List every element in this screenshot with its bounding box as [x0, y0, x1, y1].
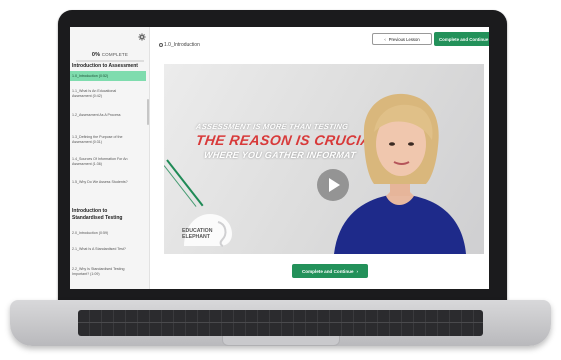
gear-icon[interactable] — [138, 33, 146, 41]
lesson-item-1-4[interactable]: 1.4_Sources Of Information For An Assess… — [70, 157, 146, 167]
lesson-video-player[interactable]: ASSESSMENT IS MORE THAN TESTING THE REAS… — [164, 64, 484, 254]
lesson-topbar: 1.0_Introduction ‹ Previous Lesson Compl… — [150, 27, 489, 51]
lesson-item-2-0[interactable]: 2.0_Introduction (0:59) — [70, 231, 146, 236]
laptop-trackpad — [222, 336, 340, 346]
progress-text: COMPLETE — [101, 52, 129, 57]
laptop-screen: 0% COMPLETE Introduction to Assessment 1… — [70, 27, 489, 289]
complete-top-label: Complete and Continue — [439, 36, 489, 42]
section-title-assessment: Introduction to Assessment — [72, 63, 138, 69]
lesson-item-1-1[interactable]: 1.1_What Is An Educational Assessment (0… — [70, 89, 146, 99]
logo-line-2: ELEPHANT — [182, 234, 210, 240]
course-sidebar: 0% COMPLETE Introduction to Assessment 1… — [70, 27, 150, 289]
decorative-stripe — [166, 159, 204, 207]
lesson-status-icon — [159, 43, 163, 47]
lesson-item-1-0[interactable]: 1.0_Introduction (0:52) — [70, 71, 146, 81]
lesson-item-1-2[interactable]: 1.2_Assessment As A Process — [70, 113, 146, 118]
lesson-item-1-5[interactable]: 1.5_Why Do We Assess Students? — [70, 180, 146, 185]
progress-percent: 0% — [91, 52, 101, 58]
lesson-item-2-2[interactable]: 2.2_Why Is Standardised Testing Importan… — [70, 267, 146, 277]
complete-label: Complete and Continue — [301, 268, 354, 274]
lesson-title: 1.0_Introduction — [164, 42, 200, 48]
previous-lesson-label: Previous Lesson — [388, 36, 420, 42]
logo-text: EDUCATION ELEPHANT — [182, 228, 216, 240]
section-title-standardised-testing: Introduction to Standardised Testing — [72, 208, 123, 221]
progress-label: 0% COMPLETE — [70, 52, 149, 58]
complete-and-continue-top-button[interactable]: Complete and Continue — [434, 32, 489, 46]
lesson-item-2-1[interactable]: 2.1_What Is A Standardised Test? — [70, 247, 146, 252]
sidebar-scrollbar[interactable] — [147, 99, 149, 125]
chevron-right-icon: › — [356, 268, 359, 274]
chevron-left-icon: ‹ — [384, 36, 386, 42]
laptop-keyboard — [78, 310, 483, 336]
lesson-main: 1.0_Introduction ‹ Previous Lesson Compl… — [150, 27, 489, 289]
play-icon — [329, 178, 340, 192]
presenter-image — [334, 93, 466, 254]
progress-bar — [76, 60, 144, 62]
previous-lesson-button[interactable]: ‹ Previous Lesson — [372, 33, 432, 45]
lesson-item-1-3[interactable]: 1.3_Defining the Purpose of the Assessme… — [70, 135, 146, 145]
complete-and-continue-button[interactable]: Complete and Continue › — [292, 264, 368, 278]
play-button[interactable] — [317, 169, 349, 201]
decorative-stripe-thin — [164, 165, 197, 207]
